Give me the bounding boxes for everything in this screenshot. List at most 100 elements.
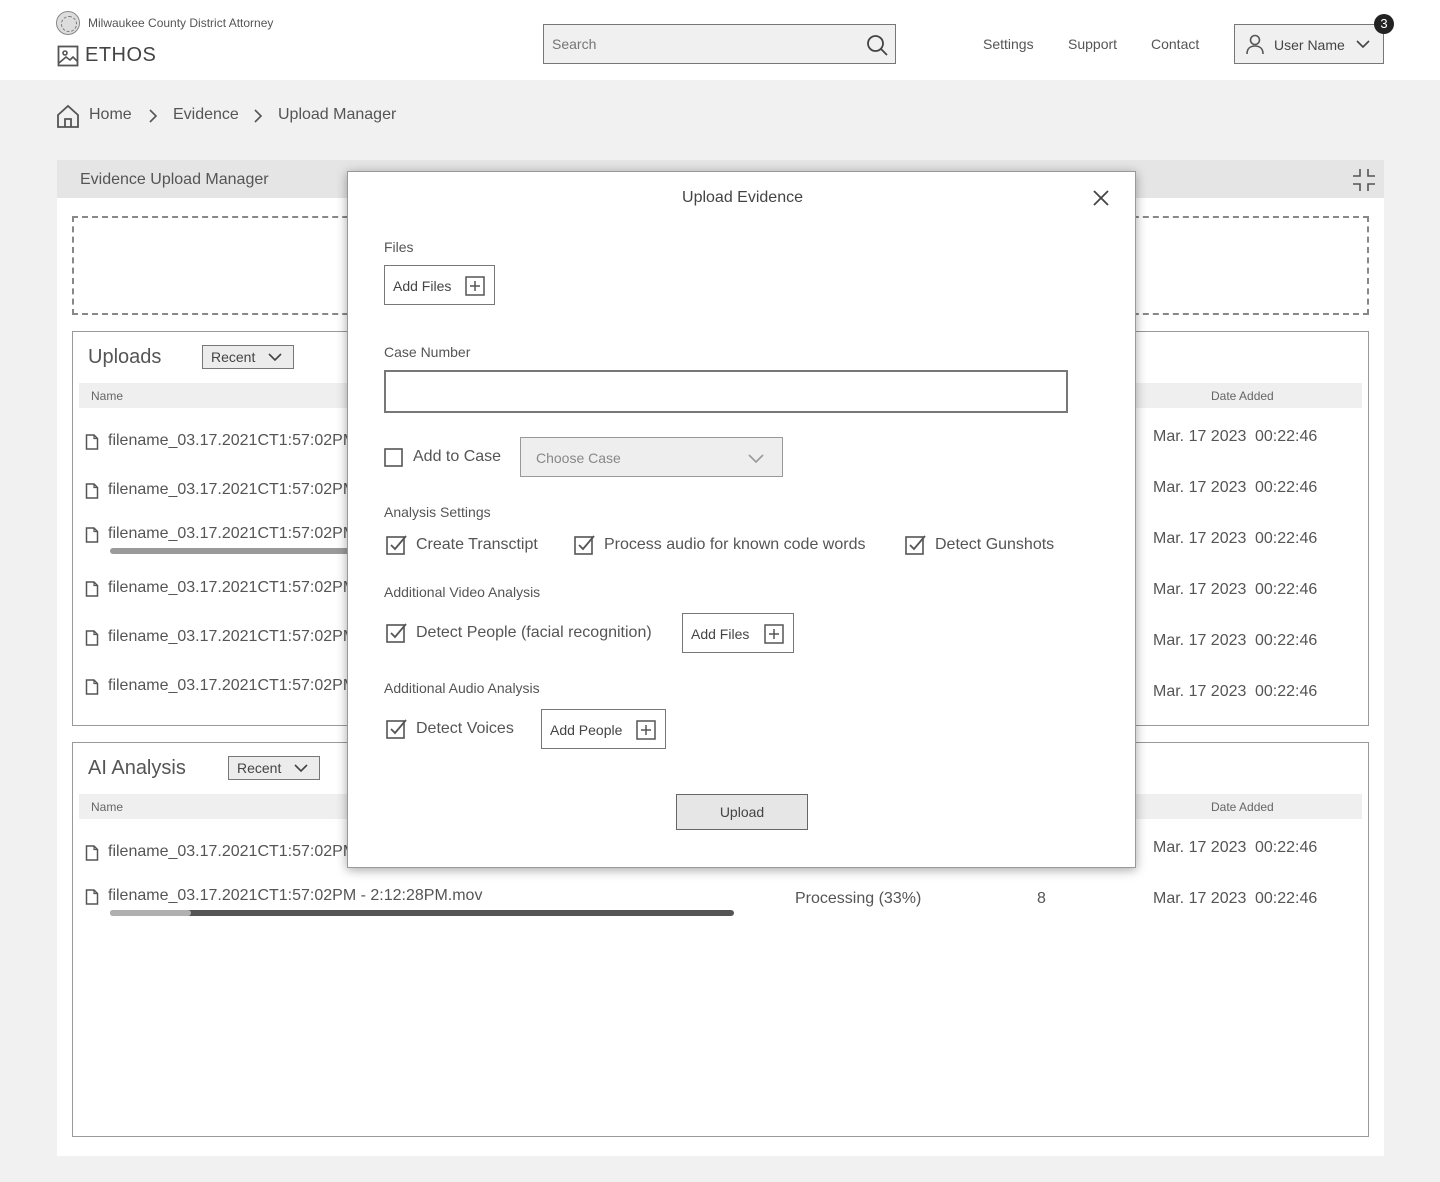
file-icon xyxy=(85,434,99,450)
upload-filename[interactable]: filename_03.17.2021CT1:57:02PM xyxy=(108,628,356,646)
minimize-icon[interactable] xyxy=(1352,168,1376,192)
breadcrumb-upload-manager: Upload Manager xyxy=(278,106,397,123)
panel-title: Evidence Upload Manager xyxy=(80,171,269,188)
upload-date: Mar. 17 2023 xyxy=(1153,632,1247,649)
upload-time: 00:22:46 xyxy=(1255,479,1318,496)
case-number-label: Case Number xyxy=(384,344,471,360)
process-audio-code-words-label: Process audio for known code words xyxy=(604,536,866,553)
video-analysis-label: Additional Video Analysis xyxy=(384,584,541,600)
upload-button[interactable]: Upload xyxy=(676,794,808,830)
ai-analysis-col-name: Name xyxy=(91,800,124,814)
ai-filename[interactable]: filename_03.17.2021CT1:57:02PM - 2:12:28… xyxy=(108,887,482,905)
chevron-right-icon xyxy=(146,108,160,124)
add-people-button[interactable]: Add People xyxy=(541,709,666,749)
chevron-down-icon xyxy=(747,451,765,465)
detect-people-label: Detect People (facial recognition) xyxy=(416,624,652,641)
upload-time: 00:22:46 xyxy=(1255,530,1318,547)
close-icon[interactable] xyxy=(1092,189,1110,207)
image-icon xyxy=(57,45,79,67)
notification-badge[interactable]: 3 xyxy=(1374,14,1394,34)
upload-date: Mar. 17 2023 xyxy=(1153,479,1247,496)
file-icon xyxy=(85,527,99,543)
add-people-label: Add People xyxy=(550,722,623,738)
search-icon[interactable] xyxy=(866,34,888,56)
upload-filename[interactable]: filename_03.17.2021CT1:57:02PM xyxy=(108,481,356,499)
upload-date: Mar. 17 2023 xyxy=(1153,683,1247,700)
add-files-button[interactable]: Add Files xyxy=(384,265,495,305)
ai-progress-fill xyxy=(110,910,191,916)
upload-evidence-modal: Upload Evidence Files Add Files Case Num… xyxy=(347,171,1136,868)
upload-filename[interactable]: filename_03.17.2021CT1:57:02PM xyxy=(108,432,356,450)
breadcrumb-home[interactable]: Home xyxy=(89,106,132,124)
upload-time: 00:22:46 xyxy=(1255,683,1318,700)
chevron-down-icon xyxy=(293,762,309,774)
org-name: Milwaukee County District Attorney xyxy=(88,16,274,30)
process-audio-code-words-checkbox[interactable] xyxy=(574,534,595,555)
add-to-case-checkbox[interactable] xyxy=(384,448,404,468)
app-name: ETHOS xyxy=(85,44,157,66)
chevron-down-icon xyxy=(267,351,283,363)
upload-time: 00:22:46 xyxy=(1255,581,1318,598)
upload-date: Mar. 17 2023 xyxy=(1153,428,1247,445)
ai-date: Mar. 17 2023 xyxy=(1153,890,1247,907)
chevron-right-icon xyxy=(251,108,265,124)
ai-status: Processing (33%) xyxy=(795,890,922,907)
home-icon[interactable] xyxy=(56,104,80,128)
modal-title: Upload Evidence xyxy=(682,189,803,206)
detect-gunshots-checkbox[interactable] xyxy=(905,534,926,555)
uploads-title: Uploads xyxy=(88,346,162,368)
uploads-filter-dropdown[interactable]: Recent xyxy=(202,345,294,369)
user-icon xyxy=(1244,33,1266,55)
ai-analysis-title: AI Analysis xyxy=(88,757,186,779)
case-number-field[interactable] xyxy=(384,370,1068,413)
ai-analysis-col-date: Date Added xyxy=(1211,800,1274,814)
create-transcript-checkbox[interactable] xyxy=(386,534,407,555)
detect-people-checkbox[interactable] xyxy=(386,622,407,643)
upload-filename[interactable]: filename_03.17.2021CT1:57:02PM xyxy=(108,677,356,695)
plus-icon xyxy=(465,276,485,296)
video-add-files-button[interactable]: Add Files xyxy=(682,613,794,653)
nav-settings[interactable]: Settings xyxy=(983,36,1034,52)
nav-support[interactable]: Support xyxy=(1068,36,1117,52)
nav-contact[interactable]: Contact xyxy=(1151,36,1199,52)
ai-count: 8 xyxy=(1037,890,1046,907)
user-menu-button[interactable]: User Name xyxy=(1234,24,1384,64)
file-icon xyxy=(85,845,99,861)
upload-date: Mar. 17 2023 xyxy=(1153,581,1247,598)
county-seal-icon xyxy=(56,11,80,35)
add-files-label: Add Files xyxy=(393,278,452,294)
choose-case-dropdown[interactable]: Choose Case xyxy=(520,437,783,477)
file-icon xyxy=(85,581,99,597)
upload-time: 00:22:46 xyxy=(1255,632,1318,649)
detect-voices-checkbox[interactable] xyxy=(386,718,407,739)
search-box[interactable] xyxy=(543,24,896,64)
plus-icon xyxy=(764,624,784,644)
upload-filename[interactable]: filename_03.17.2021CT1:57:02PM xyxy=(108,579,356,597)
plus-icon xyxy=(636,720,656,740)
files-label: Files xyxy=(384,239,414,255)
uploads-filter-value: Recent xyxy=(211,349,256,365)
file-icon xyxy=(85,483,99,499)
upload-date: Mar. 17 2023 xyxy=(1153,530,1247,547)
file-icon xyxy=(85,679,99,695)
breadcrumb-evidence[interactable]: Evidence xyxy=(173,106,239,124)
analysis-settings-label: Analysis Settings xyxy=(384,504,491,520)
search-input[interactable] xyxy=(544,25,854,63)
chevron-down-icon xyxy=(1355,37,1371,51)
user-name: User Name xyxy=(1274,37,1345,53)
ai-time: 00:22:46 xyxy=(1255,839,1318,856)
ai-filename[interactable]: filename_03.17.2021CT1:57:02PM xyxy=(108,843,356,861)
ai-date: Mar. 17 2023 xyxy=(1153,839,1247,856)
create-transcript-label: Create Transctipt xyxy=(416,536,538,553)
uploads-col-name: Name xyxy=(91,389,124,403)
upload-filename[interactable]: filename_03.17.2021CT1:57:02PM xyxy=(108,525,356,543)
ai-analysis-filter-value: Recent xyxy=(237,760,282,776)
ai-analysis-filter-dropdown[interactable]: Recent xyxy=(228,756,320,780)
detect-voices-label: Detect Voices xyxy=(416,720,514,737)
file-icon xyxy=(85,889,99,905)
detect-gunshots-label: Detect Gunshots xyxy=(935,536,1055,553)
add-to-case-label: Add to Case xyxy=(413,448,502,465)
audio-analysis-label: Additional Audio Analysis xyxy=(384,680,540,696)
ai-time: 00:22:46 xyxy=(1255,890,1318,907)
choose-case-placeholder: Choose Case xyxy=(536,450,621,466)
